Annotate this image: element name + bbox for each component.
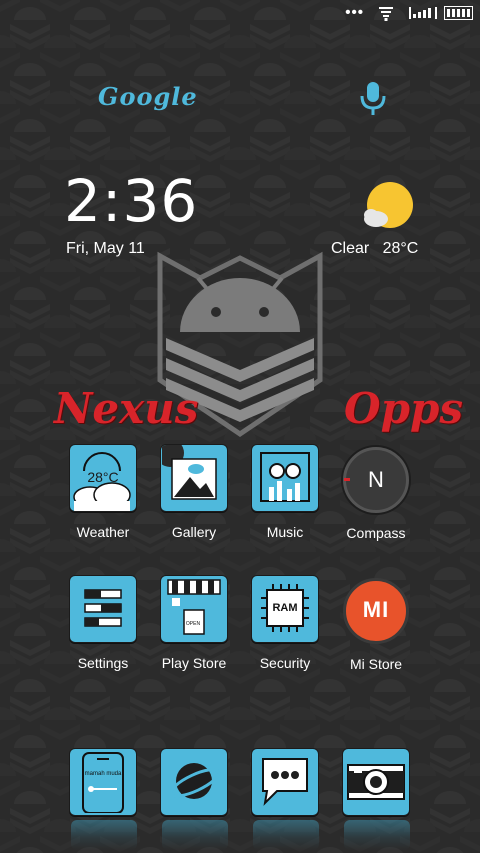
clock-time[interactable]: 2:36 xyxy=(64,172,198,230)
google-logo[interactable]: Google xyxy=(98,82,198,111)
app-label: Compass xyxy=(346,525,406,541)
battery-icon xyxy=(444,6,473,20)
dock-phone[interactable]: mamah muda xyxy=(58,748,148,816)
camera-icon xyxy=(342,748,410,816)
chip-icon: RAM xyxy=(251,575,319,643)
app-compass[interactable]: N Compass xyxy=(331,444,421,541)
status-bar: ••• xyxy=(0,0,480,28)
sun-cloud-icon xyxy=(364,182,413,228)
planet-icon xyxy=(160,748,228,816)
app-settings[interactable]: Settings xyxy=(58,575,148,671)
phone-icon: mamah muda xyxy=(69,748,137,816)
dock-browser[interactable] xyxy=(149,748,239,816)
app-security[interactable]: RAM Security xyxy=(240,575,330,671)
title-right: Opps xyxy=(344,384,463,433)
store-sign: OPEN xyxy=(185,621,201,627)
title-left: Nexus xyxy=(54,384,199,433)
weather-condition: Clear xyxy=(331,240,370,257)
gallery-icon xyxy=(160,444,228,512)
signal-icon xyxy=(409,7,437,19)
weather-icon: 28°C xyxy=(69,444,137,512)
clock-date: Fri, May 11 xyxy=(66,240,145,257)
mi-logo: MI xyxy=(362,597,390,622)
chat-icon xyxy=(251,748,319,816)
settings-icon xyxy=(69,575,137,643)
app-label: Weather xyxy=(76,524,130,540)
app-label: Play Store xyxy=(161,655,227,671)
mi-icon: MI xyxy=(343,578,409,644)
app-label: Music xyxy=(266,524,304,540)
app-music[interactable]: Music xyxy=(240,444,330,540)
compass-letter: N xyxy=(368,467,384,492)
compass-icon: N xyxy=(343,447,409,513)
overflow-dots: ••• xyxy=(345,4,364,21)
app-weather[interactable]: 28°C Weather xyxy=(58,444,148,540)
store-icon: OPEN xyxy=(160,575,228,643)
app-label: Security xyxy=(259,655,311,671)
wifi-icon xyxy=(379,7,393,21)
music-icon xyxy=(251,444,319,512)
app-mi-store[interactable]: MI Mi Store xyxy=(331,575,421,672)
app-play-store[interactable]: OPEN Play Store xyxy=(149,575,239,671)
dock-camera[interactable] xyxy=(331,748,421,816)
chip-label: RAM xyxy=(272,602,298,614)
weather-temp: 28°C xyxy=(382,240,419,257)
weather-summary: Clear 28°C xyxy=(331,240,418,258)
dock-messages[interactable] xyxy=(240,748,330,816)
app-label: Mi Store xyxy=(349,656,403,672)
search-widget[interactable]: Google xyxy=(0,80,480,120)
app-label: Gallery xyxy=(171,524,217,540)
app-gallery[interactable]: Gallery xyxy=(149,444,239,540)
app-label: Settings xyxy=(77,655,129,671)
dock-reflection xyxy=(0,820,480,853)
phone-caption: mamah muda xyxy=(84,771,122,777)
mic-icon[interactable] xyxy=(358,80,388,118)
